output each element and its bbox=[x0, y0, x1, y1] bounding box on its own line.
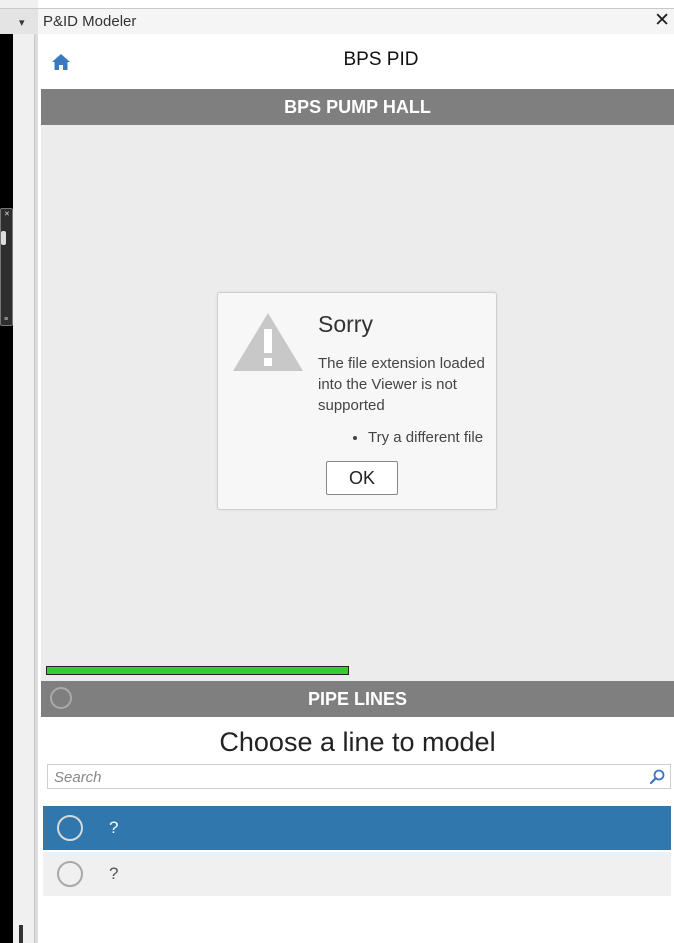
dialog-message: The file extension loaded into the Viewe… bbox=[318, 355, 485, 414]
mini-toolbar[interactable]: ✕ ≡ bbox=[0, 208, 13, 326]
modeler-panel: P&ID Modeler ✕ BPS PID BPS PUMP HALL Sor… bbox=[38, 0, 674, 943]
section-header: BPS PUMP HALL bbox=[41, 89, 674, 125]
pipe-lines-header: PIPE LINES bbox=[41, 681, 674, 717]
dialog-suggestions: Try a different file bbox=[318, 429, 490, 446]
load-progress-bar bbox=[46, 666, 349, 675]
line-list-item-selected[interactable]: ? bbox=[43, 806, 671, 850]
warning-icon bbox=[233, 313, 303, 371]
ok-button[interactable]: OK bbox=[326, 461, 398, 495]
mini-toolbar-grip-icon[interactable]: ≡ bbox=[4, 316, 8, 323]
viewer-area[interactable]: Sorry The file extension loaded into the… bbox=[41, 125, 674, 681]
close-icon[interactable]: ✕ bbox=[654, 11, 670, 31]
page-title: BPS PID bbox=[343, 49, 419, 70]
line-radio[interactable] bbox=[57, 815, 83, 841]
line-label: ? bbox=[109, 818, 119, 837]
line-radio[interactable] bbox=[57, 861, 83, 887]
app-header: BPS PID bbox=[41, 34, 674, 88]
scroll-marker bbox=[19, 925, 23, 943]
panel-title: P&ID Modeler bbox=[43, 13, 137, 30]
pipe-lines-prompt: Choose a line to model bbox=[219, 727, 496, 757]
dialog-suggestion-item: Try a different file bbox=[368, 429, 490, 446]
host-left-strip: ▾ ✕ ≡ bbox=[0, 0, 39, 943]
panel-menu-icon[interactable]: ▾ bbox=[19, 17, 25, 29]
host-canvas bbox=[0, 34, 13, 943]
line-label: ? bbox=[109, 864, 119, 883]
mini-toolbar-handle[interactable] bbox=[1, 231, 6, 245]
select-all-radio[interactable] bbox=[50, 687, 72, 709]
panel-titlebar: P&ID Modeler ✕ bbox=[38, 8, 674, 34]
search-input[interactable] bbox=[54, 767, 634, 787]
host-titlebar: ▾ bbox=[0, 8, 38, 34]
search-box bbox=[47, 764, 671, 789]
line-list-item[interactable]: ? bbox=[43, 852, 671, 896]
app-content: BPS PID BPS PUMP HALL Sorry The file ext… bbox=[41, 34, 674, 943]
mini-toolbar-close-icon[interactable]: ✕ bbox=[4, 210, 10, 218]
dialog-title: Sorry bbox=[318, 311, 373, 337]
pipe-lines-title: PIPE LINES bbox=[307, 689, 408, 709]
search-icon[interactable] bbox=[649, 769, 665, 785]
error-dialog: Sorry The file extension loaded into the… bbox=[217, 292, 497, 510]
